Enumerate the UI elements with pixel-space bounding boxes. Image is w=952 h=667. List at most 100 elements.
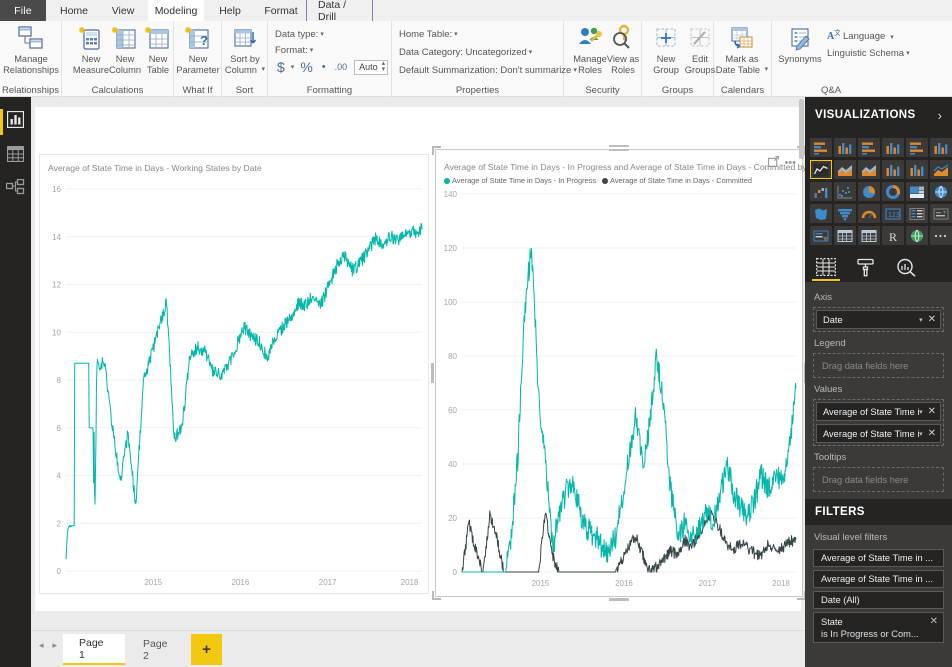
- svg-text:?: ?: [200, 33, 208, 48]
- data-type-dropdown[interactable]: Data type: ▾: [275, 29, 324, 40]
- home-table-dropdown[interactable]: Home Table: ▾: [399, 29, 458, 40]
- viz-type-clustered-bar-chart[interactable]: [858, 138, 880, 157]
- tab-view[interactable]: View: [100, 0, 146, 21]
- page-prev-icon[interactable]: ◂: [39, 640, 44, 651]
- auto-spinner[interactable]: ▴ ▾: [382, 60, 386, 73]
- viz-type-100-stacked-column-chart[interactable]: [930, 138, 952, 157]
- currency-caret-icon[interactable]: ▾: [291, 63, 295, 71]
- filter-card[interactable]: State ✕ is In Progress or Com...: [813, 612, 944, 643]
- manage-relationships-button[interactable]: Manage Relationships: [3, 24, 59, 84]
- filter-card[interactable]: Date (All): [813, 591, 944, 609]
- sidebar-item-model-view[interactable]: [0, 173, 31, 207]
- tab-format[interactable]: Format: [256, 0, 306, 21]
- thousands-separator-button[interactable]: •: [322, 61, 326, 73]
- viz-type-area-chart[interactable]: [834, 160, 856, 179]
- viz-type-scatter-chart[interactable]: [834, 182, 856, 201]
- add-page-button[interactable]: +: [191, 634, 222, 665]
- viz-type-slicer[interactable]: [810, 226, 832, 245]
- well-axis[interactable]: Date ▾ ✕: [813, 307, 944, 332]
- viz-type-100-stacked-bar-chart[interactable]: [906, 138, 928, 157]
- field-chip[interactable]: Average of State Time in ▾ ✕: [816, 402, 941, 421]
- viz-type-ribbon-chart[interactable]: [930, 160, 952, 179]
- visual-left-line-chart[interactable]: Average of State Time in Days - Working …: [39, 154, 429, 594]
- chevron-down-icon[interactable]: ▾: [919, 408, 923, 416]
- viz-type-r-script-visual[interactable]: R: [882, 226, 904, 245]
- viz-type-multi-row-card[interactable]: [906, 204, 928, 223]
- well-legend[interactable]: Drag data fields here: [813, 353, 944, 378]
- tab-help[interactable]: Help: [208, 0, 252, 21]
- percent-format-button[interactable]: %: [300, 59, 312, 75]
- viz-type-stacked-area-chart[interactable]: [858, 160, 880, 179]
- data-category-dropdown[interactable]: Data Category: Uncategorized ▾: [399, 47, 532, 58]
- viz-type-funnel-chart[interactable]: [834, 204, 856, 223]
- currency-format-button[interactable]: $: [277, 59, 285, 75]
- viz-type-matrix[interactable]: [858, 226, 880, 245]
- chevron-down-icon[interactable]: ▾: [919, 430, 923, 438]
- chevron-right-icon[interactable]: ›: [938, 108, 942, 123]
- language-dropdown[interactable]: A文 Language ▾: [827, 28, 894, 44]
- viz-type-card[interactable]: 123: [882, 204, 904, 223]
- resize-handle-left[interactable]: [431, 363, 434, 383]
- fields-tab[interactable]: [812, 255, 840, 281]
- remove-filter-icon[interactable]: ✕: [930, 616, 938, 627]
- field-chip[interactable]: Average of State Time in ▾ ✕: [816, 424, 941, 443]
- resize-handle-top[interactable]: [609, 145, 629, 147]
- resize-handle-top2[interactable]: [609, 149, 629, 151]
- page-nav-arrows[interactable]: ◂ ▸: [39, 640, 57, 651]
- viz-type-stacked-bar-chart[interactable]: [810, 138, 832, 157]
- svg-text:2016: 2016: [615, 579, 633, 588]
- tab-home[interactable]: Home: [50, 0, 98, 21]
- sort-by-column-button[interactable]: Sort by Column ▾: [219, 24, 271, 84]
- viz-type-donut-chart[interactable]: [882, 182, 904, 201]
- sidebar-item-report-view[interactable]: [0, 105, 31, 139]
- viz-type-more-visuals[interactable]: [930, 226, 952, 245]
- analytics-tab[interactable]: [894, 255, 918, 279]
- viz-type-clustered-column-chart[interactable]: [882, 138, 904, 157]
- default-summarization-dropdown[interactable]: Default Summarization: Don't summarize ▾: [399, 65, 577, 76]
- page-tab-page-2[interactable]: Page 2: [127, 634, 189, 665]
- viz-type-waterfall-chart[interactable]: [810, 182, 832, 201]
- viz-type-arcgis-map[interactable]: [906, 226, 928, 245]
- resize-handle-bl[interactable]: [432, 591, 441, 600]
- tab-data-drill[interactable]: Data / Drill: [308, 0, 374, 23]
- viz-type-line-and-clustered-column-chart[interactable]: [906, 160, 928, 179]
- resize-handle-tl[interactable]: [432, 146, 441, 155]
- group-label-groups: Groups: [661, 85, 694, 96]
- chevron-down-icon[interactable]: ▾: [919, 316, 923, 324]
- viz-type-gauge[interactable]: [858, 204, 880, 223]
- well-values[interactable]: Average of State Time in ▾ ✕ Average of Sta…: [813, 399, 944, 446]
- viz-type-stacked-column-chart[interactable]: [834, 138, 856, 157]
- tab-file[interactable]: File: [0, 0, 46, 21]
- remove-field-icon[interactable]: ✕: [928, 406, 936, 417]
- visual-right-line-chart[interactable]: Average of State Time in Days - In Progr…: [431, 145, 827, 601]
- well-tooltips[interactable]: Drag data fields here: [813, 467, 944, 492]
- visualization-type-gallery[interactable]: 123 R: [805, 133, 952, 252]
- viz-type-filled-map[interactable]: [810, 204, 832, 223]
- remove-field-icon[interactable]: ✕: [928, 428, 936, 439]
- filter-card[interactable]: Average of State Time in ...: [813, 549, 944, 567]
- viz-type-map[interactable]: [930, 182, 952, 201]
- decimal-places-button[interactable]: .00: [335, 62, 348, 72]
- viz-type-line-chart[interactable]: [810, 160, 832, 179]
- tab-modeling[interactable]: Modeling: [148, 0, 204, 21]
- remove-field-icon[interactable]: ✕: [928, 314, 936, 325]
- canvas-scrollbar[interactable]: [799, 99, 804, 159]
- viz-type-treemap[interactable]: [906, 182, 928, 201]
- page-next-icon[interactable]: ▸: [53, 640, 58, 651]
- viz-type-table[interactable]: [834, 226, 856, 245]
- well-label-legend: Legend: [814, 338, 846, 349]
- report-page-canvas[interactable]: Average of State Time in Days - Working …: [35, 107, 827, 611]
- format-dropdown[interactable]: Format: ▾: [275, 45, 313, 56]
- field-chip[interactable]: Date ▾ ✕: [816, 310, 941, 329]
- viz-type-line-and-stacked-column-chart[interactable]: [882, 160, 904, 179]
- mark-as-date-table-button[interactable]: Mark as Date Table ▾: [716, 24, 768, 84]
- resize-handle-bottom[interactable]: [609, 598, 629, 601]
- format-tab[interactable]: [854, 255, 878, 279]
- page-tab-page-1[interactable]: Page 1: [63, 634, 125, 665]
- synonyms-button[interactable]: Synonyms: [774, 24, 826, 84]
- linguistic-schema-dropdown[interactable]: Linguistic Schema ▾: [827, 48, 910, 59]
- filter-card[interactable]: Average of State Time in ...: [813, 570, 944, 588]
- viz-type-pie-chart[interactable]: [858, 182, 880, 201]
- viz-type-kpi[interactable]: [930, 204, 952, 223]
- sidebar-item-data-view[interactable]: [0, 139, 31, 173]
